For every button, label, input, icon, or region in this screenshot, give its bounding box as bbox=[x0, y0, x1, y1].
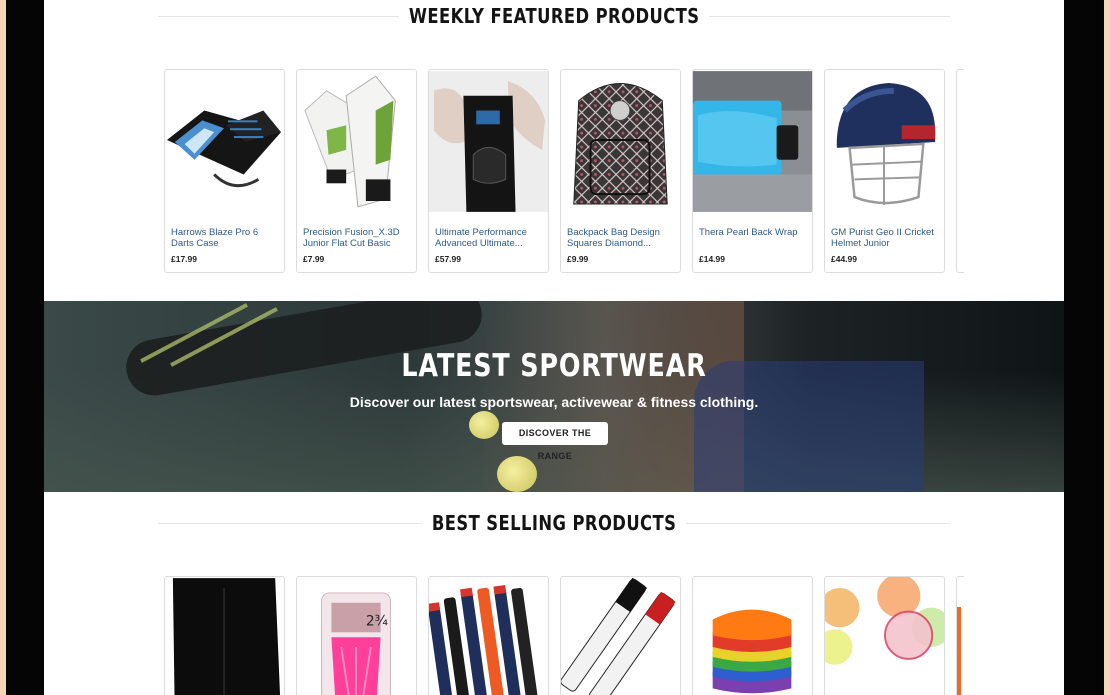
product-price: £14.99 bbox=[699, 254, 725, 264]
product-name[interactable]: Thera Pearl Back Wrap bbox=[693, 227, 812, 249]
product-card[interactable] bbox=[164, 576, 285, 695]
best-selling-section-header: BEST SELLING PRODUCTS bbox=[44, 511, 1064, 535]
product-name[interactable]: Backpack Bag Design Squares Diamond... bbox=[561, 227, 680, 249]
right-frame-bar bbox=[1064, 0, 1104, 695]
shorts-image[interactable] bbox=[165, 577, 284, 695]
goalkeeper-gloves-image[interactable] bbox=[297, 70, 416, 213]
tennis-ball bbox=[469, 411, 499, 439]
pens-image[interactable] bbox=[429, 577, 548, 695]
featured-title: WEEKLY FEATURED PRODUCTS bbox=[398, 4, 710, 28]
best-selling-product-row: 2¾ bbox=[164, 576, 964, 695]
banner-subtext: Discover our latest sportswear, activewe… bbox=[349, 394, 759, 410]
product-card[interactable]: Backpack Bag Design Squares Diamond... £… bbox=[560, 69, 681, 273]
product-price: £44.99 bbox=[831, 254, 857, 264]
product-price: £9.99 bbox=[567, 254, 589, 264]
product-card[interactable]: Harrows Blaze Pro 6 Darts Case £17.99 bbox=[164, 69, 285, 273]
product-card[interactable] bbox=[428, 576, 549, 695]
product-price: £57.99 bbox=[435, 254, 461, 264]
tennis-ball bbox=[497, 456, 537, 492]
golf-tees-image[interactable]: 2¾ bbox=[297, 577, 416, 695]
markers-image[interactable] bbox=[561, 577, 680, 695]
best-selling-title: BEST SELLING PRODUCTS bbox=[421, 511, 687, 535]
back-wrap-image[interactable] bbox=[693, 70, 812, 213]
product-card[interactable] bbox=[560, 576, 681, 695]
left-frame-bar bbox=[6, 0, 44, 695]
product-name[interactable]: Harrows Blaze Pro 6 Darts Case bbox=[165, 227, 284, 249]
product-card[interactable] bbox=[956, 576, 964, 695]
product-price: £7.99 bbox=[303, 254, 325, 264]
svg-text:2¾: 2¾ bbox=[366, 613, 388, 629]
sportswear-banner[interactable]: LATEST SPORTWEAR Discover our latest spo… bbox=[44, 301, 1064, 492]
product-card[interactable]: Ultimate Performance Advanced Ultimate..… bbox=[428, 69, 549, 273]
product-card[interactable]: GM Purist Geo II Cricket Helmet Junior £… bbox=[824, 69, 945, 273]
darts-case-image[interactable] bbox=[165, 70, 284, 213]
knee-support-image[interactable] bbox=[429, 70, 548, 213]
product-card[interactable] bbox=[824, 576, 945, 695]
cricket-helmet-image[interactable] bbox=[825, 70, 944, 213]
featured-section-header: WEEKLY FEATURED PRODUCTS bbox=[44, 4, 1064, 28]
product-name[interactable]: Precision Fusion_X.3D Junior Flat Cut Ba… bbox=[297, 227, 416, 249]
cones-image[interactable] bbox=[693, 577, 812, 695]
product-card[interactable] bbox=[956, 69, 964, 273]
partial-product-edge bbox=[957, 607, 961, 695]
product-card[interactable]: Precision Fusion_X.3D Junior Flat Cut Ba… bbox=[296, 69, 417, 273]
banner-headline: LATEST SPORTWEAR bbox=[401, 348, 707, 384]
discover-range-button[interactable]: DISCOVER THE RANGE bbox=[502, 422, 608, 461]
product-price: £17.99 bbox=[171, 254, 197, 264]
product-name[interactable]: GM Purist Geo II Cricket Helmet Junior bbox=[825, 227, 944, 249]
product-card[interactable]: Thera Pearl Back Wrap £14.99 bbox=[692, 69, 813, 273]
featured-product-row: Harrows Blaze Pro 6 Darts Case £17.99 Pr… bbox=[164, 69, 964, 273]
product-card[interactable]: 2¾ bbox=[296, 576, 417, 695]
product-name[interactable]: Ultimate Performance Advanced Ultimate..… bbox=[429, 227, 548, 249]
discs-image[interactable] bbox=[825, 577, 944, 695]
product-card[interactable] bbox=[692, 576, 813, 695]
backpack-image[interactable] bbox=[561, 70, 680, 213]
page-content: WEEKLY FEATURED PRODUCTS Harrows Blaze P… bbox=[44, 0, 1064, 695]
